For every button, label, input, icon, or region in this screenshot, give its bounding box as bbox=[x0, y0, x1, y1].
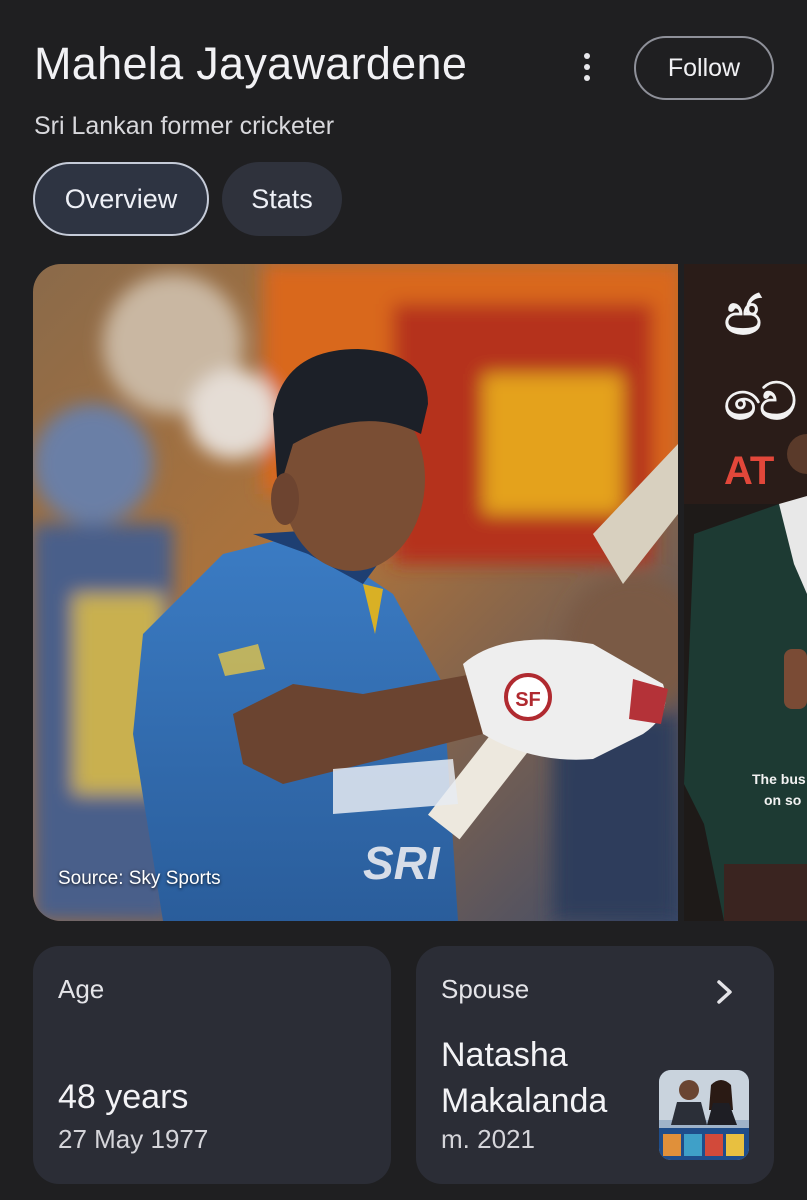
marriage-year: m. 2021 bbox=[441, 1124, 535, 1154]
follow-button[interactable]: Follow bbox=[634, 36, 774, 100]
age-label: Age bbox=[58, 974, 105, 1004]
tab-overview[interactable]: Overview bbox=[33, 162, 209, 236]
secondary-photo[interactable]: ජ වෙ AT The bus on so bbox=[684, 264, 807, 921]
side-headline-2: වෙ bbox=[724, 372, 797, 432]
glove-logo: SF bbox=[515, 689, 541, 711]
tab-stats[interactable]: Stats bbox=[222, 162, 342, 236]
knowledge-panel: Mahela Jayawardene Follow Sri Lankan for… bbox=[0, 0, 807, 1200]
spouse-card[interactable]: Spouse Natasha Makalanda m. 2021 bbox=[416, 946, 774, 1184]
age-value: 48 years bbox=[58, 1078, 189, 1116]
spouse-thumbnail[interactable] bbox=[659, 1070, 749, 1160]
side-headline-3: AT bbox=[724, 449, 774, 493]
spouse-name[interactable]: Natasha Makalanda bbox=[441, 1032, 641, 1124]
age-card[interactable]: Age 48 years 27 May 1977 bbox=[33, 946, 391, 1184]
image-source-caption: Source: Sky Sports bbox=[58, 868, 221, 889]
side-caption-1: The bus bbox=[752, 771, 806, 787]
entity-subtitle: Sri Lankan former cricketer bbox=[34, 112, 335, 140]
more-vert-icon-dot bbox=[584, 64, 590, 70]
birth-date: 27 May 1977 bbox=[58, 1124, 209, 1154]
side-caption-2: on so bbox=[764, 792, 801, 808]
more-options-button[interactable] bbox=[566, 46, 608, 88]
main-photo[interactable]: SF SRI bbox=[33, 264, 678, 921]
chevron-right-icon[interactable] bbox=[714, 978, 736, 1006]
more-vert-icon bbox=[584, 53, 590, 59]
spouse-label: Spouse bbox=[441, 974, 530, 1004]
side-headline-1: ජ bbox=[724, 283, 763, 348]
page-title: Mahela Jayawardene bbox=[34, 38, 468, 89]
more-vert-icon-dot bbox=[584, 75, 590, 81]
